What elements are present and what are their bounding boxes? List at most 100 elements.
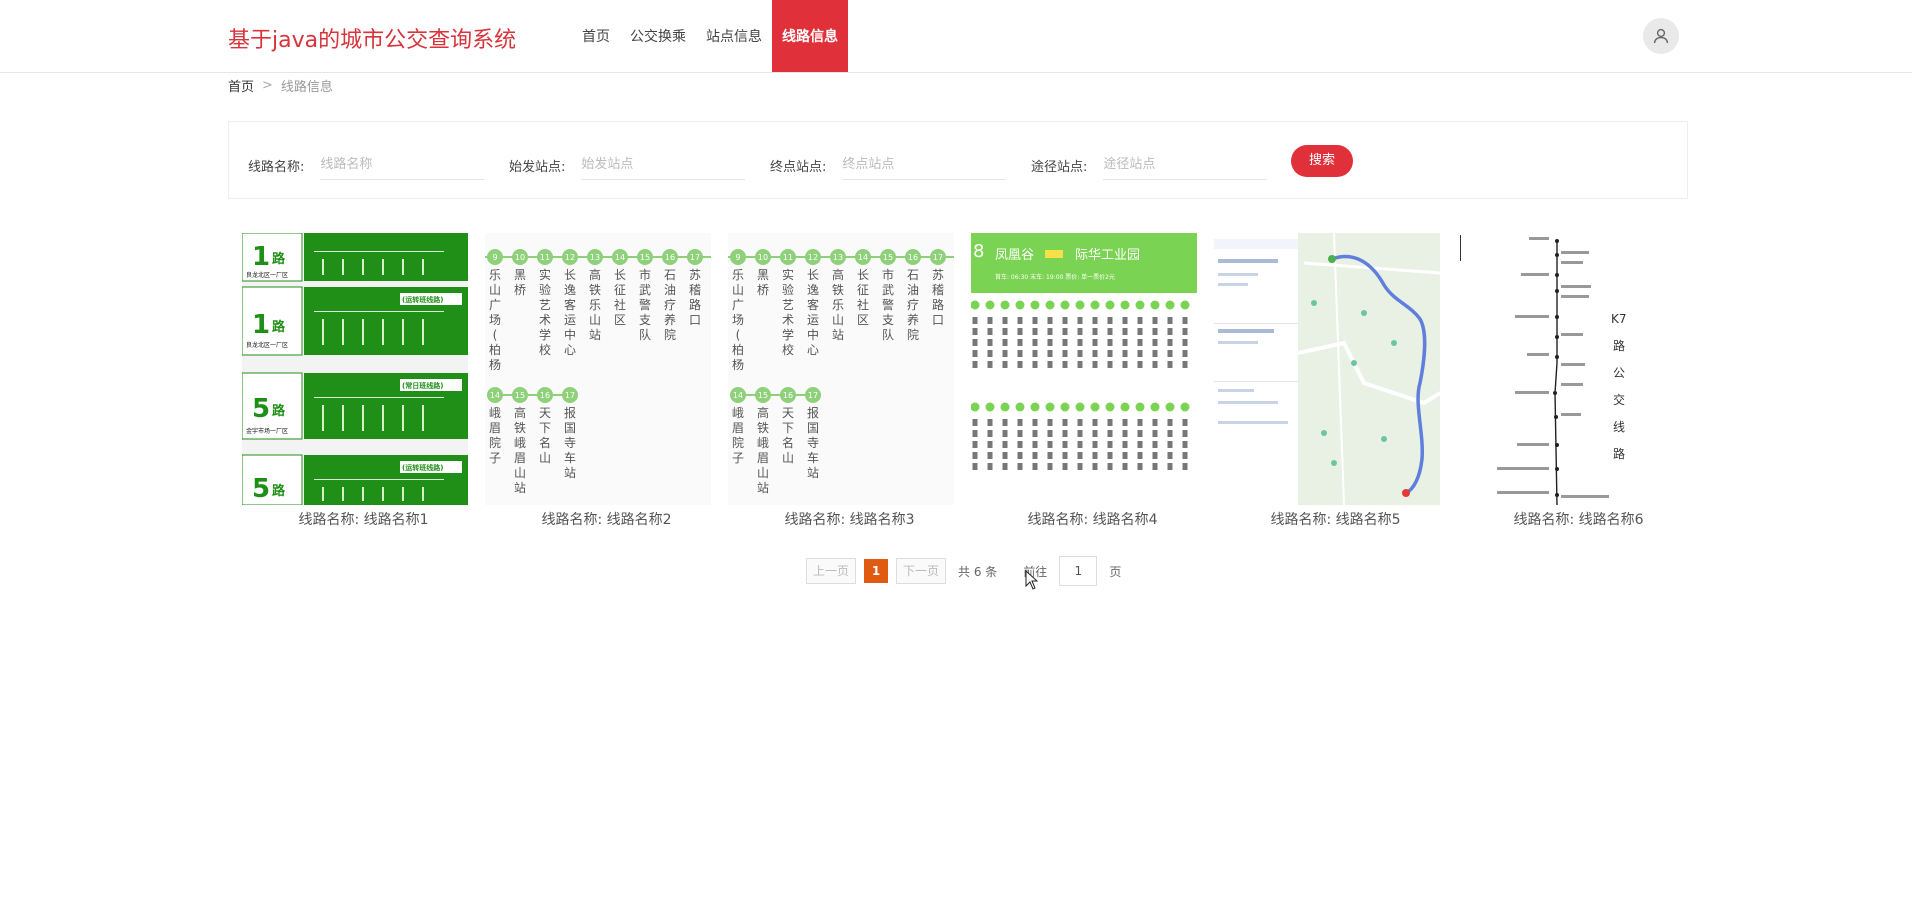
sign-stop-dot — [1045, 402, 1055, 412]
stop-name-char: 广 — [489, 298, 501, 312]
sign-time: 首车: 06:30 末车: 19:00 票价: 单一票价2元 — [995, 273, 1115, 281]
nav-home[interactable]: 首页 — [572, 0, 620, 72]
page-unit-label: 页 — [1109, 564, 1122, 579]
sign-stop-glyph — [1002, 361, 1008, 368]
stop-number-text: 17 — [690, 253, 700, 262]
sign-stop-glyph — [1062, 328, 1068, 335]
route-card-caption[interactable]: 线路名称: 线路名称3 — [728, 509, 971, 529]
stop-name-char: 下 — [539, 421, 551, 435]
stop-name-char: 队 — [639, 327, 651, 342]
route-card-caption[interactable]: 线路名称: 线路名称4 — [971, 509, 1214, 529]
route-image-green-sign[interactable]: 8 凤凰谷 际华工业园 首车: 06:30 末车: 19:00 票价: 单一票价… — [971, 233, 1197, 505]
sign-stop-glyph — [972, 452, 978, 459]
stop-name-char: 心 — [564, 343, 576, 357]
sign-stop-glyph — [1062, 339, 1068, 346]
sign-stop-glyph — [1032, 361, 1038, 368]
sign-stop-dot — [1075, 402, 1085, 412]
sign-stop-glyph — [1137, 350, 1143, 357]
sign-stop-dot — [1060, 300, 1070, 310]
stop-name-char: 长 — [564, 268, 576, 282]
stop-name-char: 院 — [489, 436, 501, 450]
sign-stop-glyph — [1167, 430, 1173, 437]
stop-name-char: 实 — [539, 267, 551, 282]
stop-name-char: 杨 — [489, 357, 501, 372]
route-card-caption[interactable]: 线路名称: 线路名称6 — [1457, 509, 1700, 529]
route-name-input[interactable] — [320, 149, 485, 180]
goto-page-input[interactable] — [1059, 556, 1098, 586]
stop-name-char: 名 — [539, 435, 551, 450]
sign-stop-glyph — [1032, 339, 1038, 346]
route-image-k7-diagram[interactable]: K7 路 公 交 线 路 — [1457, 233, 1683, 505]
breadcrumb-home[interactable]: 首页 — [228, 76, 254, 95]
sign-stop-glyph — [1077, 441, 1083, 448]
mouse-pointer-icon — [1025, 570, 1039, 590]
sign-stop-glyph — [1167, 350, 1173, 357]
nav-transfer[interactable]: 公交换乘 — [620, 0, 696, 72]
board-route-num-1: 1 — [252, 242, 270, 272]
main-nav: 首页 公交换乘 站点信息 线路信息 — [572, 0, 848, 72]
sign-stop-glyph — [1107, 339, 1113, 346]
route-image-stop-board[interactable]: 9 乐山广场(柏杨 10 黑桥 11 实验艺术学校 12 长逸客运中心 13 高铁乐山站 14 长征社… — [728, 233, 954, 505]
route-card-caption[interactable]: 线路名称: 线路名称2 — [485, 509, 728, 529]
site-title[interactable]: 基于java的城市公交查询系统 — [228, 22, 516, 54]
total-count: 共 6 条 — [958, 564, 998, 579]
via-station-input[interactable] — [1103, 149, 1268, 180]
sign-stop-glyph — [1062, 463, 1068, 470]
next-page-button[interactable]: 下一页 — [896, 558, 947, 584]
stop-name-char: 长 — [807, 268, 819, 282]
stop-name-char: 逸 — [564, 283, 576, 297]
sign-stop-glyph — [1092, 441, 1098, 448]
start-station-input[interactable] — [581, 149, 746, 180]
sign-stop-glyph — [1137, 317, 1143, 324]
stop-name-char: 站 — [564, 466, 576, 480]
page-number-current[interactable]: 1 — [864, 559, 889, 583]
stop-name-char: 峨 — [489, 406, 501, 420]
sign-stop-glyph — [1002, 452, 1008, 459]
prev-page-button[interactable]: 上一页 — [806, 558, 857, 584]
search-button[interactable]: 搜索 — [1291, 145, 1353, 177]
board-route-num-4: 5 — [252, 474, 270, 504]
stop-name-char: 警 — [639, 297, 651, 312]
nav-routes[interactable]: 线路信息 — [772, 0, 848, 72]
sign-stop-glyph — [1182, 463, 1188, 470]
stop-name-char: 乐 — [489, 268, 501, 282]
user-avatar[interactable] — [1643, 18, 1679, 54]
sign-stop-glyph — [1062, 441, 1068, 448]
sign-stop-dot — [1075, 300, 1085, 310]
route-image-stop-board[interactable]: 9 乐山广场(柏杨 10 黑桥 11 实验艺术学校 12 长逸客运中心 13 高铁乐山站 14 长征社… — [485, 233, 711, 505]
route-image-map[interactable] — [1214, 233, 1440, 505]
sign-stop-glyph — [1137, 419, 1143, 426]
sign-stop-glyph — [987, 419, 993, 426]
sign-stop-dot — [1120, 300, 1130, 310]
sign-stop-dot — [1030, 402, 1040, 412]
stop-number-text: 12 — [565, 253, 575, 262]
stop-name-char: 院 — [664, 328, 676, 342]
stop-name-char: 长 — [857, 268, 869, 282]
sign-stop-glyph — [1017, 452, 1023, 459]
route-map-illustration — [1214, 233, 1440, 505]
stop-name-char: 征 — [857, 283, 869, 297]
stop-name-char: 院 — [732, 436, 744, 450]
sign-stop-glyph — [1092, 419, 1098, 426]
stop-name-char: 艺 — [782, 298, 794, 312]
sign-stop-glyph — [1017, 350, 1023, 357]
stop-number-text: 14 — [733, 391, 743, 400]
k7-route-diagram-illustration: K7 路 公 交 线 路 — [1457, 233, 1683, 505]
route-card-caption[interactable]: 线路名称: 线路名称1 — [242, 509, 485, 529]
stop-number-text: 14 — [858, 253, 868, 262]
stop-name-char: 疗 — [907, 298, 919, 312]
route-card-caption[interactable]: 线路名称: 线路名称5 — [1214, 509, 1457, 529]
nav-stations[interactable]: 站点信息 — [696, 0, 772, 72]
stop-name-char: 寺 — [807, 436, 819, 450]
end-station-input[interactable] — [842, 149, 1007, 180]
sign-stop-glyph — [987, 350, 993, 357]
sign-stop-glyph — [1137, 452, 1143, 459]
sign-stop-dot — [1165, 300, 1175, 310]
route-image-green-boards[interactable]: 1 路 1 路 5 路 5 路 良龙北区一厂区 良龙北区一厂区 金宇市场一厂区 … — [242, 233, 468, 505]
stop-name-char: 客 — [807, 297, 819, 312]
sign-stop-glyph — [1002, 339, 1008, 346]
board-route-num-3: 5 — [252, 394, 270, 424]
stop-number-text: 16 — [783, 391, 793, 400]
stop-name-char: ( — [493, 328, 498, 342]
sign-stop-glyph — [1182, 419, 1188, 426]
